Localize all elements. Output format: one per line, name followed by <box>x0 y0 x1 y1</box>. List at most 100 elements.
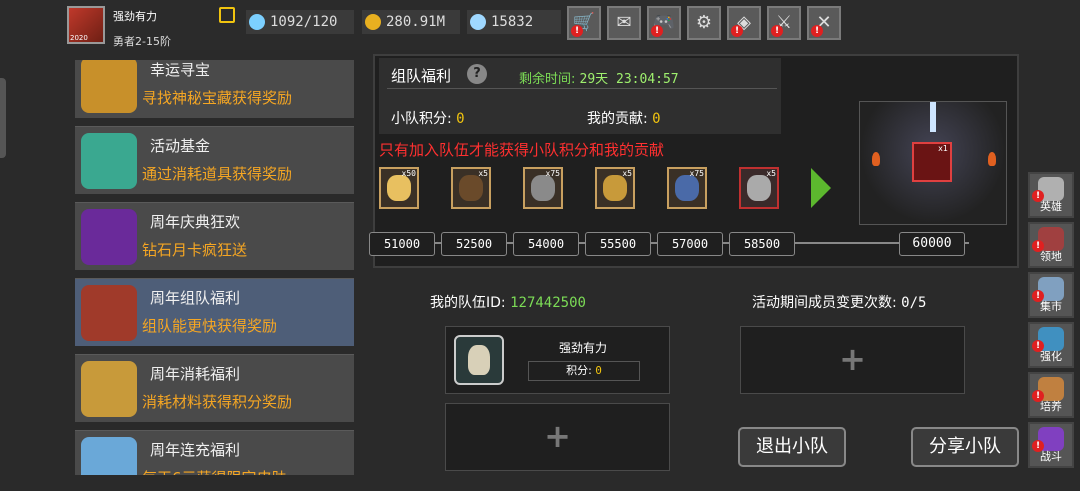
my-contribution: 我的贡献: 0 <box>587 108 661 128</box>
nav-market[interactable]: 集市! <box>1028 272 1074 318</box>
diamond-value: 15832 <box>491 14 534 30</box>
reward-slot[interactable]: x5 <box>451 167 491 209</box>
energy-icon <box>249 14 265 30</box>
member-score: 积分: 0 <box>528 361 640 381</box>
milestone-marker: 55500 <box>585 232 651 256</box>
reward-slot[interactable]: x50 <box>379 167 419 209</box>
rainbow-shield-button[interactable]: ◈! <box>727 6 761 40</box>
gold-chest-icon <box>81 361 137 417</box>
crossed-swords-button[interactable]: ✕! <box>807 6 841 40</box>
team-id-label: 我的队伍ID: <box>430 295 506 311</box>
reward-qty: x75 <box>545 169 560 178</box>
team-chest-icon <box>81 285 137 341</box>
team-score: 小队积分: 0 <box>391 108 465 128</box>
nav-territory-gate[interactable]: 领地! <box>1028 222 1074 268</box>
mail-button[interactable]: ✉ <box>607 6 641 40</box>
event-desc: 每天6元获得限定皮肤 <box>142 467 287 475</box>
gold-stat: 280.91M <box>362 10 460 34</box>
event-item[interactable]: 活动基金通过消耗道具获得奖励 <box>75 126 354 194</box>
member-changes-value: 0/5 <box>901 295 927 311</box>
sword-button[interactable]: ⚔! <box>767 6 801 40</box>
shop-cart-button[interactable]: 🛒! <box>567 6 601 40</box>
player-avatar[interactable]: 2020 <box>67 6 105 44</box>
event-item[interactable]: 周年组队福利组队能更快获得奖励 <box>75 278 354 346</box>
next-arrow-icon[interactable] <box>811 168 831 208</box>
alert-icon: ! <box>1032 390 1044 402</box>
alert-icon: ! <box>1032 240 1044 252</box>
reward-qty: x50 <box>401 169 416 178</box>
share-team-button[interactable]: 分享小队 <box>911 427 1019 467</box>
divider <box>387 88 777 89</box>
alert-icon: ! <box>571 25 583 37</box>
alert-icon: ! <box>1032 340 1044 352</box>
event-item[interactable]: 周年庆典狂欢 钻石月卡疯狂送 <box>75 202 354 270</box>
event-item[interactable]: 周年消耗福利 消耗材料获得积分奖励 <box>75 354 354 422</box>
reward-slot[interactable]: x5 <box>595 167 635 209</box>
reward-slot[interactable]: x5 <box>739 167 779 209</box>
add-member-icon: + <box>839 340 866 378</box>
reward-preview: x1 <box>859 101 1007 225</box>
event-title: 周年组队福利 <box>150 289 241 307</box>
settings-gear-button[interactable]: ⚙ <box>687 6 721 40</box>
gold-value: 280.91M <box>386 14 446 30</box>
member-score-value: 0 <box>595 364 602 377</box>
team-id: 我的队伍ID: 127442500 <box>430 292 586 312</box>
event-desc: 消耗材料获得积分奖励 <box>142 393 293 411</box>
add-member-icon: + <box>544 417 571 455</box>
nav-hero-helmet[interactable]: 英雄! <box>1028 172 1074 218</box>
event-list[interactable]: 幸运寻宝寻找神秘宝藏获得奖励活动基金通过消耗道具获得奖励周年庆典狂欢 钻石月卡疯狂… <box>75 60 354 475</box>
avatar-tag: 2020 <box>70 34 88 42</box>
diamond-stat: 15832 <box>467 10 561 34</box>
event-desc: 通过消耗道具获得奖励 <box>142 165 293 183</box>
preview-reward-slot[interactable]: x1 <box>912 142 952 182</box>
reward-qty: x5 <box>766 169 776 178</box>
alert-icon: ! <box>651 25 663 37</box>
team-score-value: 0 <box>456 111 465 127</box>
event-desc: 组队能更快获得奖励 <box>142 317 278 335</box>
welfare-info-box: 组队福利 ? 剩余时间: 29天 23:04:57 小队积分: 0 我的贡献: … <box>379 58 781 134</box>
nav-battle-portal[interactable]: 战斗! <box>1028 422 1074 468</box>
ore-icon <box>675 175 699 201</box>
edit-name-icon[interactable] <box>219 7 235 23</box>
join-warning: 只有加入队伍才能获得小队积分和我的贡献 <box>379 141 665 159</box>
event-title: 幸运寻宝 <box>150 61 211 79</box>
hammer-icon <box>531 175 555 201</box>
event-item[interactable]: 周年连充福利每天6元获得限定皮肤 <box>75 430 354 475</box>
preview-qty: x1 <box>938 144 948 153</box>
team-id-value: 127442500 <box>510 295 586 311</box>
player-rank: 勇者2-15阶 <box>113 35 171 48</box>
member-changes: 活动期间成员变更次数: 0/5 <box>752 292 926 312</box>
leave-team-button[interactable]: 退出小队 <box>738 427 846 467</box>
reward-slot[interactable]: x75 <box>523 167 563 209</box>
member-slot-filled[interactable]: 强劲有力 积分: 0 <box>445 326 670 394</box>
event-item[interactable]: 幸运寻宝寻找神秘宝藏获得奖励 <box>75 60 354 118</box>
alert-icon: ! <box>771 25 783 37</box>
left-edge-handle[interactable] <box>0 78 6 158</box>
remaining-value: 29天 23:04:57 <box>579 72 679 87</box>
reward-qty: x75 <box>689 169 704 178</box>
milestone-marker: 57000 <box>657 232 723 256</box>
alert-icon: ! <box>1032 440 1044 452</box>
reward-qty: x5 <box>478 169 488 178</box>
milestone-marker: 52500 <box>441 232 507 256</box>
event-desc: 寻找神秘宝藏获得奖励 <box>142 89 293 107</box>
reward-slot[interactable]: x75 <box>667 167 707 209</box>
crossed-tools-icon <box>747 175 771 201</box>
torch-icon <box>988 152 996 166</box>
event-title: 活动基金 <box>150 137 211 155</box>
member-score-label: 积分: <box>566 364 592 377</box>
help-icon[interactable]: ? <box>467 64 487 84</box>
remaining-label: 剩余时间: <box>519 72 576 87</box>
empty-member-slot[interactable]: + <box>740 326 965 394</box>
team-score-label: 小队积分: <box>391 111 452 127</box>
alert-icon: ! <box>731 25 743 37</box>
milestone-marker: 58500 <box>729 232 795 256</box>
torch-icon <box>872 152 880 166</box>
empty-member-slot[interactable]: + <box>445 403 670 471</box>
gamepad-button[interactable]: 🎮! <box>647 6 681 40</box>
gold-coin-icon <box>365 14 381 30</box>
nav-cultivate[interactable]: 培养! <box>1028 372 1074 418</box>
nav-enhance[interactable]: 强化! <box>1028 322 1074 368</box>
milestone-marker: 54000 <box>513 232 579 256</box>
event-title: 周年连充福利 <box>150 441 241 459</box>
